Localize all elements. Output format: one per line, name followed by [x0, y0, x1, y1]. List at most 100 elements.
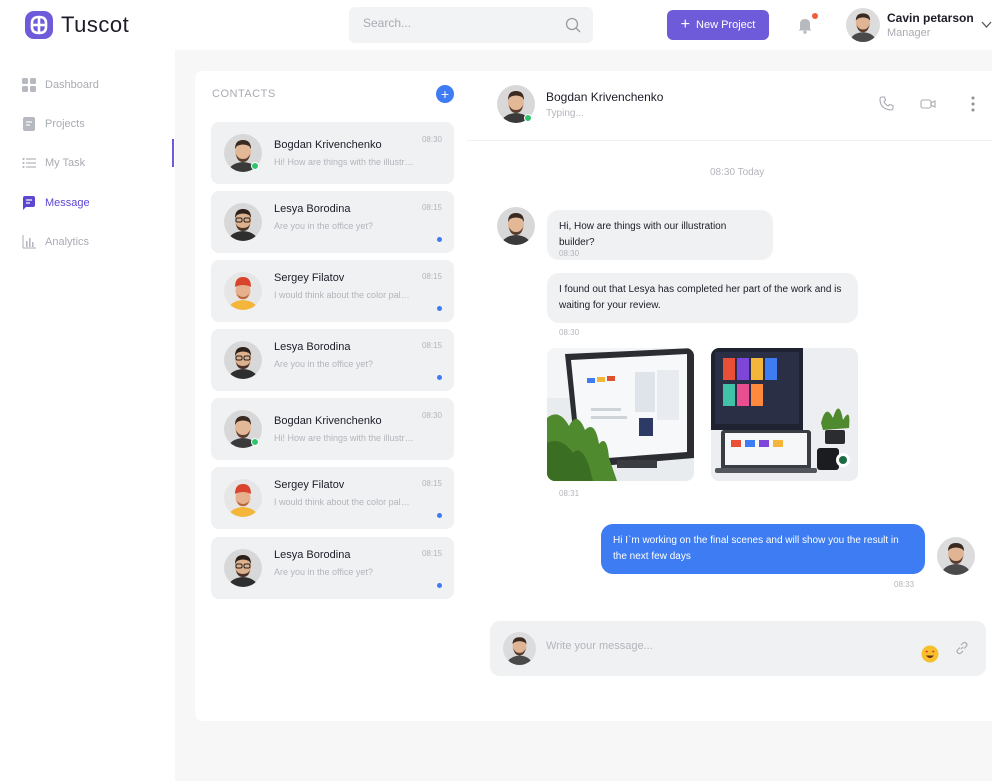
attach-link-icon[interactable] [955, 641, 969, 655]
contact-preview: I would think about the color palette [274, 497, 414, 507]
new-project-label: New Project [696, 19, 756, 31]
online-indicator [524, 114, 532, 122]
contact-time: 08:15 [421, 479, 442, 488]
contact-preview: Are you in the office yet? [274, 221, 373, 231]
contact-preview: Are you in the office yet? [274, 567, 373, 577]
chat-contact-name: Bogdan Krivenchenko [546, 90, 664, 104]
sidebar-item-label: My Task [45, 157, 86, 169]
contact-name: Sergey Filatov [274, 272, 345, 284]
brand-name: Tuscot [61, 12, 130, 37]
notification-dot [812, 13, 818, 19]
online-indicator [251, 438, 259, 446]
unread-dot [437, 237, 442, 242]
date-separator: 08:30 Today [710, 167, 765, 178]
contact-time: 08:15 [421, 341, 442, 350]
contact-preview: I would think about the color palette [274, 290, 414, 300]
online-indicator [251, 162, 259, 170]
user-role: Manager [887, 27, 931, 39]
unread-dot [437, 513, 442, 518]
my-avatar [937, 537, 975, 575]
search-input[interactable] [363, 16, 553, 30]
outgoing-message-bubble: Hi I`m working on the final scenes and w… [601, 524, 925, 574]
more-vertical-icon[interactable] [970, 95, 976, 113]
contact-time: 08:15 [421, 203, 442, 212]
message-time: 08:30 [559, 328, 580, 337]
unread-dot [437, 375, 442, 380]
new-project-button[interactable]: + New Project [667, 10, 769, 40]
chat-header-divider [467, 140, 992, 141]
unread-dot [437, 583, 442, 588]
message-input[interactable] [546, 640, 886, 652]
top-header: Tuscot + New Project Cavin petarson Mana… [0, 0, 992, 50]
sidebar-item-analytics[interactable]: Analytics [22, 232, 172, 252]
chat-typing-status: Typing... [546, 108, 584, 119]
message-text: I found out that Lesya has completed her… [559, 284, 842, 311]
contact-name: Bogdan Krivenchenko [274, 139, 382, 151]
contact-time: 08:30 [421, 411, 442, 420]
contact-avatar [224, 203, 262, 241]
image-attachment[interactable] [711, 348, 858, 481]
message-text: Hi I`m working on the final scenes and w… [613, 535, 899, 562]
contact-avatar [224, 341, 262, 379]
contact-time: 08:15 [421, 272, 442, 281]
sidebar-item-label: Message [45, 197, 90, 209]
monitor-photo-image [547, 348, 694, 481]
sidebar-item-label: Analytics [45, 236, 90, 248]
chat-icon [23, 196, 35, 210]
sidebar-item-label: Dashboard [45, 79, 99, 91]
composer-avatar [503, 632, 536, 665]
contact-item[interactable]: Lesya Borodina Are you in the office yet… [211, 329, 454, 391]
chevron-down-icon[interactable] [981, 19, 992, 30]
unread-dot [437, 306, 442, 311]
emoji-icon[interactable] [921, 645, 939, 663]
sidebar-item-my-task[interactable]: My Task [22, 153, 172, 173]
contact-avatar [224, 272, 262, 310]
contact-name: Bogdan Krivenchenko [274, 415, 382, 427]
search-box [349, 7, 593, 43]
sidebar-item-dashboard[interactable]: Dashboard [22, 75, 172, 95]
contact-preview: Are you in the office yet? [274, 359, 373, 369]
sidebar-item-projects[interactable]: Projects [22, 114, 172, 134]
contact-name: Sergey Filatov [274, 479, 345, 491]
contact-time: 08:15 [421, 549, 442, 558]
contact-name: Lesya Borodina [274, 203, 351, 215]
user-avatar[interactable] [846, 8, 880, 42]
contact-name: Lesya Borodina [274, 341, 351, 353]
contacts-title: CONTACTS [212, 88, 276, 100]
sidebar-active-indicator [172, 139, 174, 167]
contact-time: 08:30 [421, 135, 442, 144]
brand-logo[interactable]: Tuscot [24, 10, 129, 40]
message-time: 08:30 [559, 249, 580, 258]
contact-item[interactable]: Bogdan Krivenchenko Hi! How are things w… [211, 398, 454, 460]
message-text: Hi, How are things with our illustration… [559, 221, 727, 248]
contact-item[interactable]: Bogdan Krivenchenko Hi! How are things w… [211, 122, 454, 184]
contact-item[interactable]: Lesya Borodina Are you in the office yet… [211, 191, 454, 253]
workspace-photo-image [711, 348, 858, 481]
plus-icon: + [680, 16, 691, 33]
video-camera-icon[interactable] [920, 97, 936, 111]
phone-icon[interactable] [879, 96, 894, 111]
sidebar-item-message[interactable]: Message [22, 193, 172, 213]
add-contact-button[interactable]: + [436, 85, 454, 103]
list-icon [22, 157, 36, 169]
bar-chart-icon [22, 235, 36, 249]
contact-avatar [224, 479, 262, 517]
logo-icon [25, 11, 53, 39]
contact-preview: Hi! How are things with the illustration… [274, 157, 414, 167]
search-icon[interactable] [565, 17, 581, 33]
image-attachment[interactable] [547, 348, 694, 481]
message-sender-avatar [497, 207, 535, 245]
grid-icon [22, 78, 36, 92]
contact-name: Lesya Borodina [274, 549, 351, 561]
contact-item[interactable]: Sergey Filatov I would think about the c… [211, 467, 454, 529]
document-icon [23, 117, 35, 131]
contact-item[interactable]: Sergey Filatov I would think about the c… [211, 260, 454, 322]
message-time: 08:33 [894, 580, 915, 589]
contact-item[interactable]: Lesya Borodina Are you in the office yet… [211, 537, 454, 599]
user-name: Cavin petarson [887, 11, 974, 25]
contact-avatar [224, 549, 262, 587]
message-bubble: I found out that Lesya has completed her… [547, 273, 858, 323]
message-bubble: Hi, How are things with our illustration… [547, 210, 773, 260]
contact-preview: Hi! How are things with the illustration… [274, 433, 414, 443]
message-composer [490, 621, 986, 676]
